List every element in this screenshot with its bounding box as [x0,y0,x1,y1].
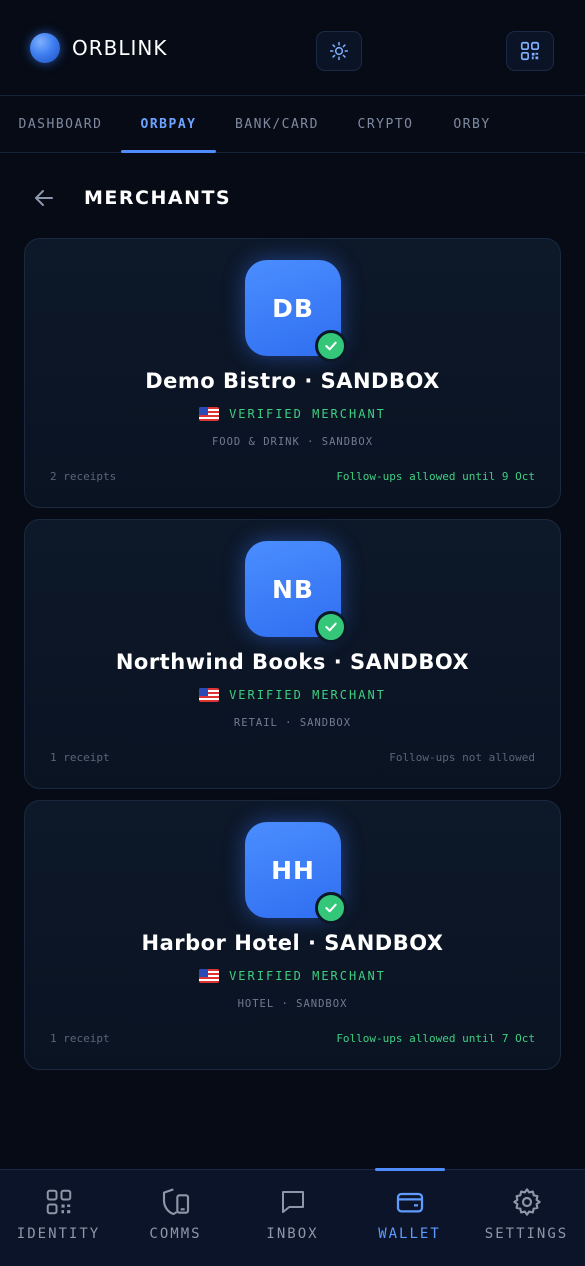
qr-scan-button[interactable] [506,31,554,71]
nav-inbox[interactable]: INBOX [234,1170,351,1266]
brand-logo-orb [30,32,60,63]
verified-row: VERIFIED MERCHANT [25,969,560,983]
verified-check-icon [315,611,347,643]
gear-icon [511,1186,543,1218]
verified-row: VERIFIED MERCHANT [25,407,560,421]
merchant-card-northwind-books[interactable]: NB Northwind Books · SANDBOX VERIFIED ME… [24,519,561,789]
merchant-category: HOTEL · SANDBOX [237,998,348,1010]
nav-label: INBOX [266,1226,319,1242]
tab-crypto[interactable]: CRYPTO [338,96,433,152]
verified-check-icon [315,892,347,924]
nav-label: WALLET [378,1226,441,1242]
tab-bank-card[interactable]: BANK/CARD [216,96,338,152]
us-flag-icon [199,407,220,421]
nav-label: SETTINGS [484,1226,569,1242]
qr-code-icon [43,1186,75,1218]
merchant-name: Northwind Books · SANDBOX [115,650,470,674]
brand: ORBLINK [30,32,168,63]
app-name: ORBLINK [72,35,168,60]
wallet-icon [394,1186,426,1218]
tab-orbpay[interactable]: ORBPAY [121,96,216,153]
tab-dashboard[interactable]: DASHBOARD [0,96,121,152]
merchant-category: RETAIL · SANDBOX [233,717,352,729]
nav-label: IDENTITY [16,1226,101,1242]
merchant-category: FOOD & DRINK · SANDBOX [211,436,374,448]
nav-identity[interactable]: IDENTITY [0,1170,117,1266]
theme-toggle-button[interactable] [316,31,362,71]
receipt-count: 2 receipts [50,470,117,483]
merchant-card-demo-bistro[interactable]: DB Demo Bistro · SANDBOX VERIFIED MERCHA… [24,238,561,508]
bottom-nav: IDENTITY COMMS INBOX WALLET SETTINGS [0,1168,585,1266]
followups-status: Follow-ups allowed until 9 Oct [336,470,535,483]
verified-label: VERIFIED MERCHANT [229,688,386,702]
merchant-card-harbor-hotel[interactable]: HH Harbor Hotel · SANDBOX VERIFIED MERCH… [24,800,561,1070]
sun-icon [329,41,349,61]
receipt-count: 1 receipt [50,751,110,764]
nav-label: COMMS [149,1226,202,1242]
us-flag-icon [199,688,220,702]
back-button[interactable] [30,184,58,212]
verified-label: VERIFIED MERCHANT [229,407,386,421]
arrow-left-icon [35,190,53,206]
verified-check-icon [315,330,347,362]
page-title: MERCHANTS [84,187,232,209]
tab-orby[interactable]: ORBY [433,96,511,152]
followups-status: Follow-ups allowed until 7 Oct [336,1032,535,1045]
chat-bubble-icon [277,1186,309,1218]
merchant-name: Harbor Hotel · SANDBOX [141,931,444,955]
page-title-row: MERCHANTS [30,178,231,218]
shield-phone-icon [160,1186,192,1218]
app-root: ORBLINK DASHBOARD ORBPAY BANK/CARD CRYPT… [0,0,585,1266]
nav-settings[interactable]: SETTINGS [468,1170,585,1266]
verified-row: VERIFIED MERCHANT [25,688,560,702]
top-tabs: DASHBOARD ORBPAY BANK/CARD CRYPTO ORBY [0,96,585,153]
nav-comms[interactable]: COMMS [117,1170,234,1266]
receipt-count: 1 receipt [50,1032,110,1045]
followups-status: Follow-ups not allowed [389,751,535,764]
nav-wallet[interactable]: WALLET [351,1168,468,1266]
verified-label: VERIFIED MERCHANT [229,969,386,983]
us-flag-icon [199,969,220,983]
merchant-name: Demo Bistro · SANDBOX [145,369,440,393]
app-header: ORBLINK [0,0,585,96]
qr-code-icon [520,41,540,61]
